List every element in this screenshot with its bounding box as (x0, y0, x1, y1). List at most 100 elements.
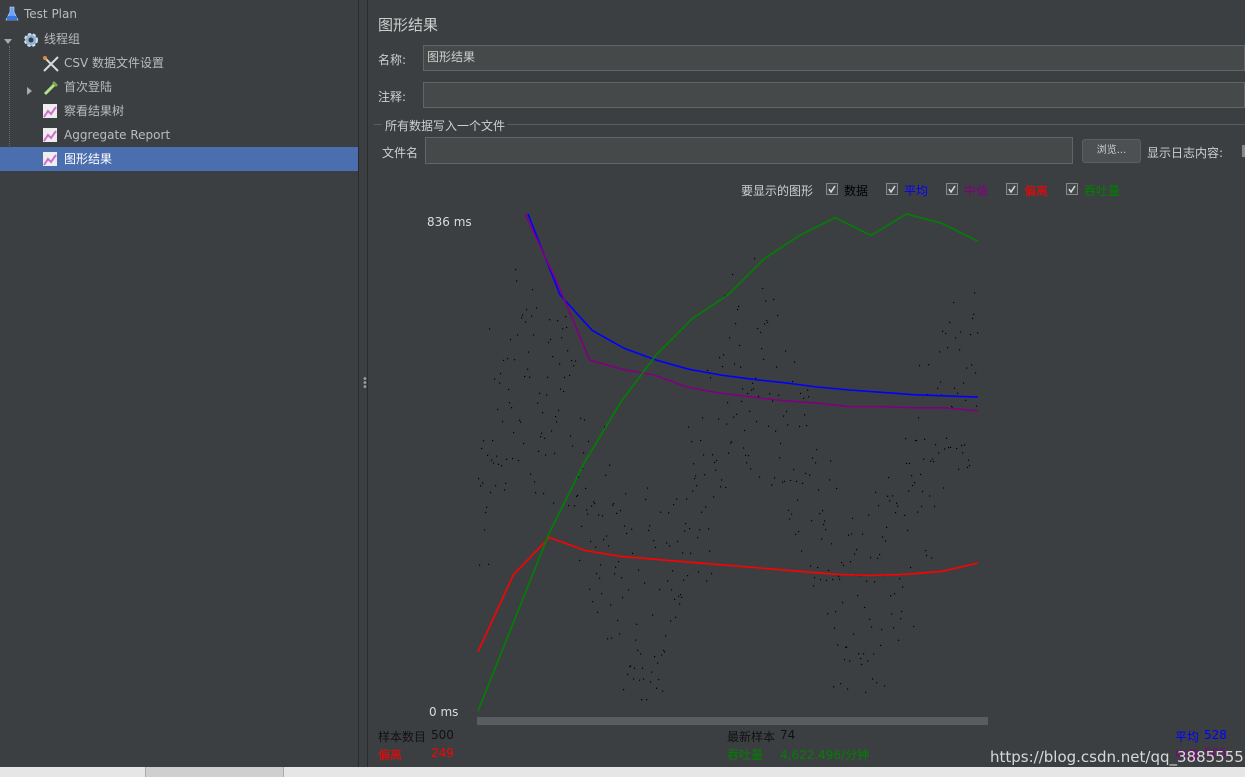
sample-dot (526, 309, 528, 311)
throughput-value: 4,622.496/分钟 (780, 748, 870, 762)
sample-dot (869, 618, 871, 620)
sample-dot (838, 575, 840, 577)
sample-dot (652, 614, 654, 616)
sample-dot (693, 463, 695, 465)
sample-dot (940, 381, 942, 383)
sample-dot (762, 287, 764, 289)
sample-dot (680, 594, 682, 596)
sample-dot (638, 569, 640, 571)
sample-dot (970, 334, 972, 336)
sample-dot (606, 535, 608, 537)
sample-dot (829, 479, 831, 481)
sample-dot (658, 679, 660, 681)
sample-dot (831, 543, 833, 545)
sample-dot (554, 452, 556, 455)
status-bar-segment (145, 767, 284, 777)
sample-dot (547, 376, 549, 378)
sample-dot (588, 440, 590, 443)
sample-dot (708, 528, 710, 530)
sample-dot (617, 619, 619, 622)
sample-dot (745, 454, 747, 456)
sample-dot (720, 486, 722, 488)
sample-dot (684, 530, 686, 532)
sample-dot (533, 334, 535, 336)
sample-dot (478, 478, 480, 480)
sample-dot (815, 462, 817, 464)
sample-dot (520, 421, 522, 423)
sample-dot (963, 382, 965, 384)
sample-dot (637, 649, 639, 651)
sample-dot (713, 496, 715, 498)
average-label: 平均 (1175, 730, 1200, 744)
sample-dot (847, 688, 849, 690)
sample-dot (933, 461, 935, 463)
sample-dot (929, 495, 931, 497)
sample-dot (671, 589, 673, 591)
sample-dot (917, 511, 919, 513)
sample-dot (864, 606, 866, 609)
sample-dot (769, 393, 771, 395)
sample-dot (495, 485, 497, 487)
sample-dot (731, 441, 733, 443)
sample-dot (514, 359, 516, 361)
sample-dot (871, 626, 873, 628)
sample-dot (649, 525, 651, 527)
sample-dot (738, 305, 740, 307)
sample-dot (482, 482, 484, 484)
sample-dot (812, 457, 814, 459)
sample-dot (775, 430, 777, 432)
sample-dot (814, 577, 816, 579)
sample-dot (851, 533, 853, 535)
sample-dot (513, 432, 515, 434)
sample-dot (497, 408, 499, 411)
sample-dot (679, 603, 681, 605)
sample-dot (595, 546, 597, 548)
sample-dot (783, 415, 785, 417)
sample-dot (608, 545, 610, 547)
series-line (477, 213, 979, 712)
sample-dot (899, 578, 901, 580)
sample-dot (707, 369, 709, 371)
sample-dot (559, 363, 561, 365)
sample-dot (609, 464, 611, 466)
sample-dot (501, 465, 503, 467)
sample-dot (640, 653, 642, 655)
sample-dot (674, 598, 676, 600)
sample-dot (751, 389, 753, 391)
sample-dot (722, 366, 724, 368)
sample-dot (857, 595, 859, 597)
sample-dot (697, 537, 699, 539)
sample-dot (811, 520, 813, 522)
sample-dot (767, 321, 769, 324)
sample-dot (824, 520, 826, 522)
sample-dot (630, 665, 632, 667)
sample-dot (830, 460, 832, 462)
sample-dot (763, 358, 765, 360)
sample-dot (756, 420, 758, 423)
sample-dot (603, 538, 605, 541)
sample-dot (721, 479, 723, 481)
sample-dot (802, 482, 804, 484)
sample-dot (490, 491, 492, 494)
sample-dot (911, 475, 913, 477)
sample-dot (753, 388, 755, 390)
graph-scrollbar[interactable] (477, 717, 988, 725)
sample-dot (820, 579, 822, 581)
sample-dot (875, 491, 877, 493)
sample-dot (931, 557, 933, 559)
sample-dot (539, 392, 541, 394)
sample-dot (492, 440, 494, 442)
sample-dot (861, 663, 863, 666)
sample-dot (581, 525, 583, 527)
sample-dot (776, 366, 778, 368)
sample-dot (939, 351, 941, 353)
sample-dot (726, 423, 728, 425)
sample-dot (832, 578, 834, 581)
sample-dot (733, 416, 735, 418)
sample-dot (840, 683, 842, 685)
sample-dot (967, 466, 969, 468)
sample-dot (892, 495, 894, 497)
sample-dot (894, 593, 896, 595)
sample-dot (801, 550, 803, 552)
sample-dot (552, 356, 554, 358)
